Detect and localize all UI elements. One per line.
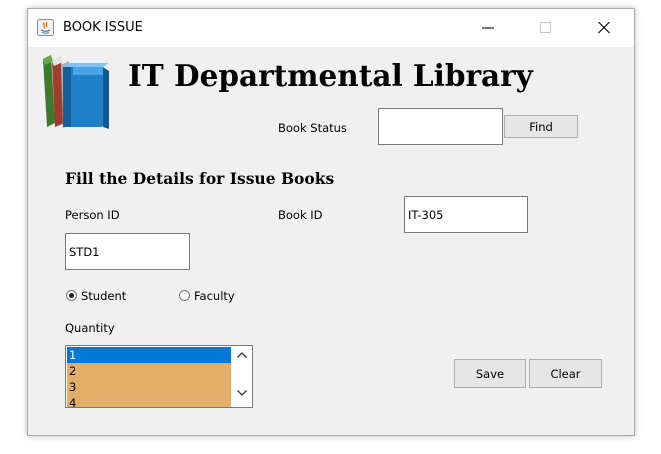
quantity-scrollbar[interactable] bbox=[232, 346, 252, 407]
student-radio[interactable] bbox=[66, 290, 77, 301]
book-status-field[interactable] bbox=[378, 108, 503, 145]
maximize-icon bbox=[540, 22, 551, 33]
book-issue-window: BOOK ISSUE IT Departmental Library Book … bbox=[27, 8, 635, 436]
book-id-label: Book ID bbox=[278, 208, 323, 222]
quantity-list[interactable]: 1 2 3 4 bbox=[65, 345, 253, 408]
quantity-label: Quantity bbox=[65, 321, 115, 335]
book-id-field[interactable] bbox=[404, 196, 528, 233]
window-title: BOOK ISSUE bbox=[63, 20, 143, 35]
quantity-list-items: 1 2 3 4 bbox=[67, 347, 231, 407]
list-item[interactable]: 2 bbox=[67, 363, 231, 379]
person-id-label: Person ID bbox=[65, 208, 120, 222]
student-radio-label[interactable]: Student bbox=[81, 289, 126, 303]
chevron-up-icon[interactable] bbox=[237, 352, 247, 358]
title-bar[interactable]: BOOK ISSUE bbox=[28, 9, 634, 47]
person-id-field[interactable] bbox=[65, 233, 190, 270]
chevron-down-icon[interactable] bbox=[237, 390, 247, 396]
books-icon bbox=[43, 55, 109, 129]
list-item[interactable]: 1 bbox=[67, 347, 231, 363]
list-item[interactable]: 4 bbox=[67, 395, 231, 407]
find-button[interactable]: Find bbox=[504, 115, 578, 138]
java-app-icon bbox=[37, 19, 54, 36]
minimize-button[interactable] bbox=[465, 9, 511, 47]
close-button[interactable] bbox=[581, 9, 627, 47]
book-status-label: Book Status bbox=[278, 121, 347, 135]
faculty-radio[interactable] bbox=[179, 290, 190, 301]
form-heading: Fill the Details for Issue Books bbox=[65, 169, 335, 188]
close-icon bbox=[598, 22, 610, 34]
clear-button[interactable]: Clear bbox=[529, 359, 602, 388]
library-title: IT Departmental Library bbox=[128, 58, 533, 93]
faculty-radio-label[interactable]: Faculty bbox=[194, 289, 235, 303]
save-button[interactable]: Save bbox=[454, 359, 526, 388]
radio-selected-dot bbox=[69, 293, 74, 298]
list-item[interactable]: 3 bbox=[67, 379, 231, 395]
maximize-button[interactable] bbox=[523, 9, 569, 47]
minimize-icon bbox=[482, 27, 494, 29]
